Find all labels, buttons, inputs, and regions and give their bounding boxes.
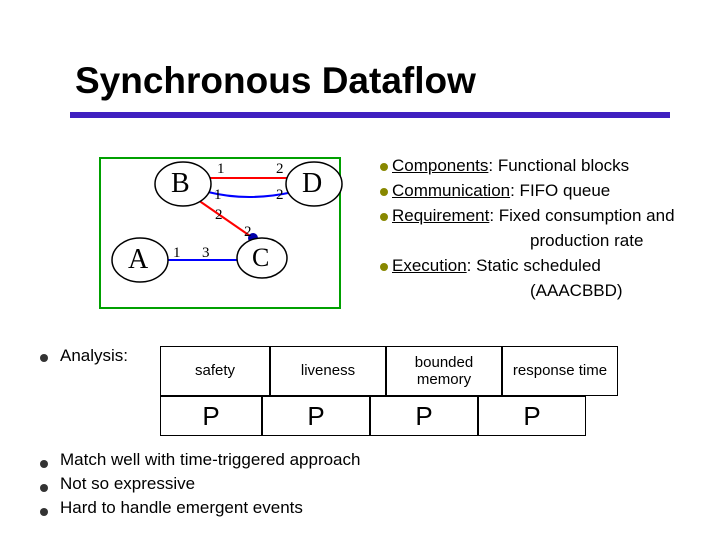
bullet-icon bbox=[40, 484, 48, 492]
list-item: Requirement: Fixed consumption and bbox=[380, 205, 710, 228]
remark-1: Match well with time-triggered approach bbox=[60, 450, 360, 470]
rate-bd-src: 1 bbox=[217, 161, 225, 178]
list-item: Match well with time-triggered approach bbox=[40, 450, 360, 470]
col-liveness: liveness bbox=[270, 346, 386, 396]
check-safety: P bbox=[160, 396, 262, 436]
col-bounded: bounded memory bbox=[386, 346, 502, 396]
col-safety: safety bbox=[160, 346, 270, 396]
check-response: P bbox=[478, 396, 586, 436]
dataflow-diagram: B D A C 1 2 1 2 2 2 1 3 bbox=[98, 150, 358, 320]
check-liveness: P bbox=[262, 396, 370, 436]
bullet-icon bbox=[40, 354, 48, 362]
rate-bc-dst: 2 bbox=[244, 224, 252, 241]
node-b: B bbox=[171, 168, 190, 200]
bullet-icon bbox=[40, 460, 48, 468]
rate-ac-dst: 3 bbox=[202, 245, 210, 262]
desc-components: : Functional blocks bbox=[488, 156, 629, 175]
analysis-table: safety liveness bounded memory response … bbox=[160, 346, 618, 436]
properties-list: Components: Functional blocks Communicat… bbox=[380, 155, 710, 305]
desc-communication: : FIFO queue bbox=[510, 181, 610, 200]
rate-bd2-src: 1 bbox=[214, 187, 222, 204]
desc-execution-cont: (AAACBBD) bbox=[530, 280, 623, 303]
remark-2: Not so expressive bbox=[60, 474, 195, 494]
list-item: Hard to handle emergent events bbox=[40, 498, 360, 518]
bullet-icon bbox=[380, 163, 388, 171]
rate-bd2-dst: 2 bbox=[276, 187, 284, 204]
bullet-icon bbox=[40, 508, 48, 516]
analysis-section: Analysis: safety liveness bounded memory… bbox=[40, 346, 700, 442]
list-item: Not so expressive bbox=[40, 474, 360, 494]
table-header-row: safety liveness bounded memory response … bbox=[160, 346, 618, 396]
list-item: Communication: FIFO queue bbox=[380, 180, 710, 203]
list-item-cont: (AAACBBD) bbox=[380, 280, 710, 303]
bullet-icon bbox=[380, 263, 388, 271]
list-item-cont: production rate bbox=[380, 230, 710, 253]
node-d: D bbox=[302, 168, 322, 200]
term-execution: Execution bbox=[392, 256, 467, 275]
bullet-icon bbox=[380, 213, 388, 221]
bullet-icon bbox=[380, 188, 388, 196]
desc-execution: : Static scheduled bbox=[467, 256, 601, 275]
term-communication: Communication bbox=[392, 181, 510, 200]
list-item: Execution: Static scheduled bbox=[380, 255, 710, 278]
rate-bd-dst: 2 bbox=[276, 161, 284, 178]
node-a: A bbox=[128, 244, 148, 276]
table-row: P P P P bbox=[160, 396, 618, 436]
term-requirement: Requirement bbox=[392, 206, 489, 225]
node-c: C bbox=[252, 243, 269, 273]
term-components: Components bbox=[392, 156, 488, 175]
desc-requirement: : Fixed consumption and bbox=[489, 206, 674, 225]
list-item: Components: Functional blocks bbox=[380, 155, 710, 178]
title-underline bbox=[70, 112, 670, 118]
remark-3: Hard to handle emergent events bbox=[60, 498, 303, 518]
rate-bc-src: 2 bbox=[215, 207, 223, 224]
rate-ac-src: 1 bbox=[173, 245, 181, 262]
slide-title: Synchronous Dataflow bbox=[75, 60, 476, 102]
desc-requirement-cont: production rate bbox=[530, 230, 643, 253]
slide: Synchronous Dataflow B D A C bbox=[0, 0, 720, 540]
col-response: response time bbox=[502, 346, 618, 396]
analysis-label: Analysis: bbox=[60, 346, 160, 366]
check-bounded: P bbox=[370, 396, 478, 436]
remarks-list: Match well with time-triggered approach … bbox=[40, 450, 360, 522]
